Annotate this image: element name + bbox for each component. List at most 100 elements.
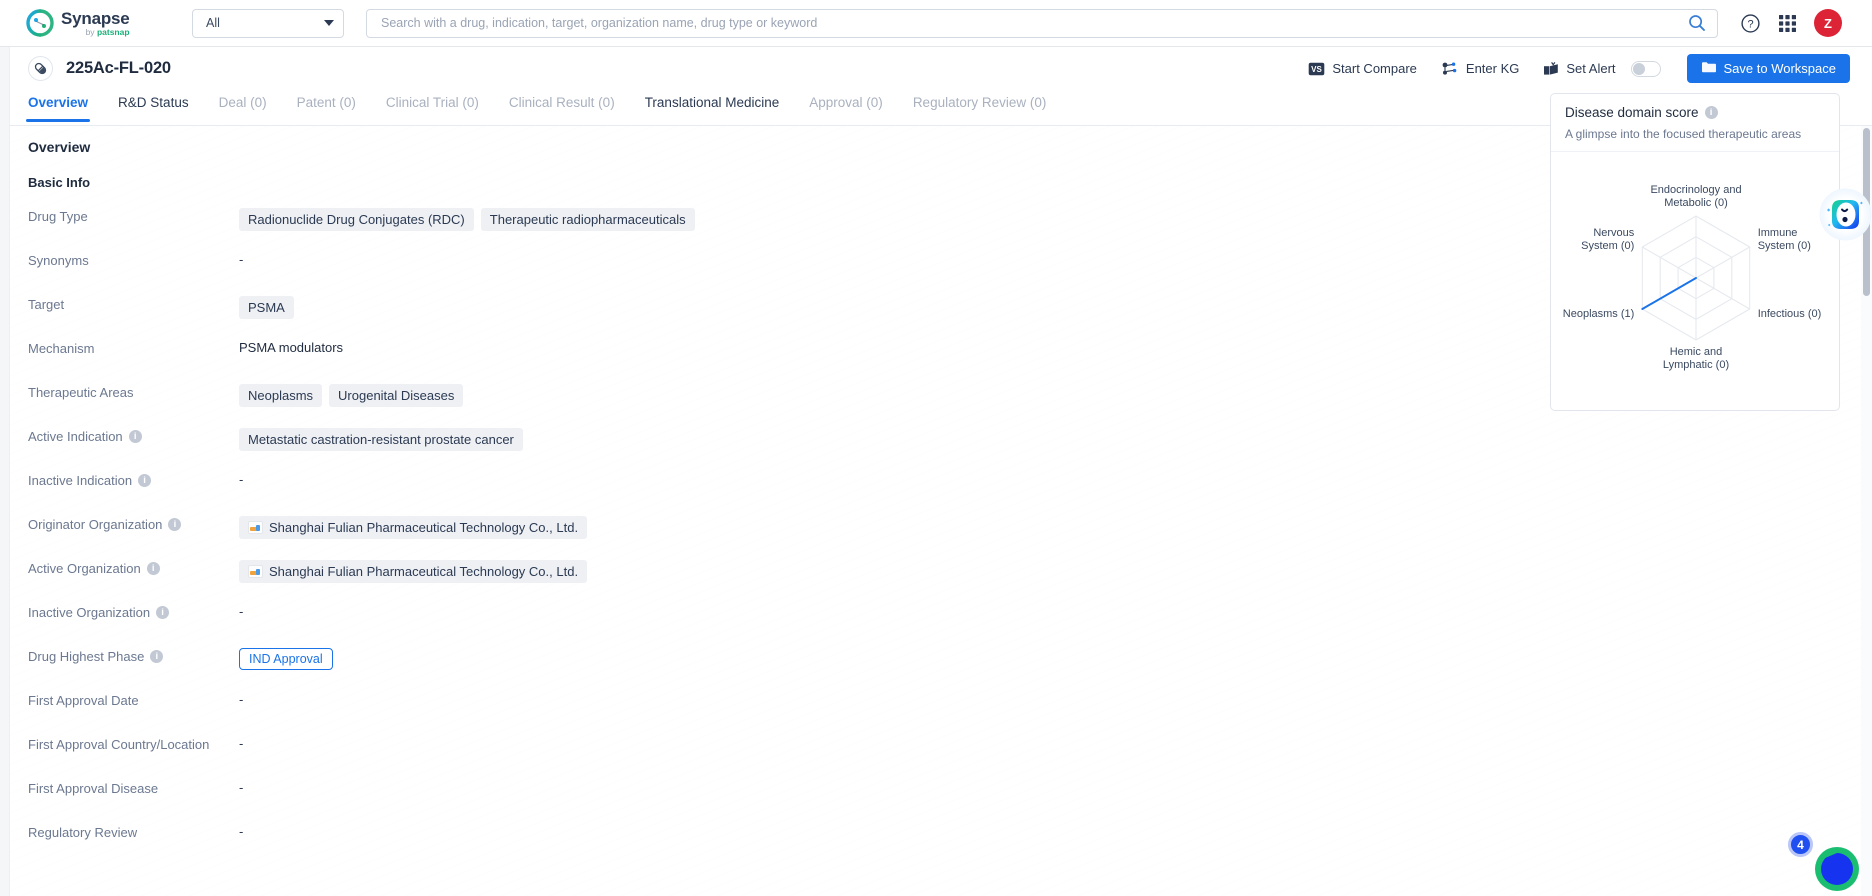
info-row-label-text: Mechanism — [28, 341, 95, 356]
vertical-scrollbar[interactable] — [1861, 126, 1872, 896]
value-tag[interactable]: Metastatic castration-resistant prostate… — [239, 428, 523, 451]
info-row-label-text: Therapeutic Areas — [28, 385, 134, 400]
enter-kg-button[interactable]: Enter KG — [1441, 61, 1519, 76]
info-row-label: Synonyms — [28, 251, 239, 268]
capsule-pill-icon — [28, 56, 53, 81]
info-row-label-text: Drug Type — [28, 209, 88, 224]
tag-label: Shanghai Fulian Pharmaceutical Technolog… — [269, 520, 579, 535]
organization-logo-icon — [248, 565, 263, 578]
start-compare-button[interactable]: VS Start Compare — [1308, 61, 1417, 76]
radar-axis-label: Endocrinology and Metabolic (0) — [1650, 184, 1741, 209]
radar-axis-label: Nervous System (0) — [1581, 227, 1635, 252]
info-row-label-text: Inactive Organization — [28, 605, 151, 620]
radar-axis-label: Hemic and Lymphatic (0) — [1663, 346, 1729, 371]
tab-clinical-trial-0: Clinical Trial (0) — [385, 95, 479, 110]
set-alert-control[interactable]: Set Alert — [1543, 60, 1661, 77]
value-tag[interactable]: Neoplasms — [239, 384, 323, 407]
info-row-label: Active Organization i — [28, 559, 239, 576]
value-tag[interactable]: PSMA — [239, 296, 294, 319]
drug-phase-pill[interactable]: IND Approval — [239, 648, 333, 670]
info-row-label-text: Active Organization — [28, 561, 141, 576]
search-scope-select[interactable]: All — [192, 8, 344, 38]
info-row-value: IND Approval — [239, 647, 1872, 670]
organization-tag[interactable]: Shanghai Fulian Pharmaceutical Technolog… — [239, 560, 588, 583]
search-icon[interactable] — [1688, 14, 1706, 32]
tag-label: Shanghai Fulian Pharmaceutical Technolog… — [269, 564, 579, 579]
info-row-value: - — [239, 471, 1872, 487]
folder-icon — [1701, 60, 1717, 77]
info-row-label-text: First Approval Country/Location — [28, 737, 210, 752]
value-tag[interactable]: Therapeutic radiopharmaceuticals — [480, 208, 695, 231]
svg-text:VS: VS — [1312, 65, 1323, 74]
info-row-value: - — [239, 779, 1872, 795]
vs-compare-icon: VS — [1308, 62, 1325, 76]
save-to-workspace-button[interactable]: Save to Workspace — [1686, 54, 1850, 83]
set-alert-toggle[interactable] — [1630, 60, 1661, 77]
tab-translational-medicine[interactable]: Translational Medicine — [645, 90, 780, 121]
disease-domain-title-text: Disease domain score — [1565, 105, 1699, 120]
user-avatar[interactable]: Z — [1814, 9, 1842, 37]
info-circle-icon[interactable]: i — [146, 562, 160, 575]
brand-logo[interactable]: Synapse by patsnap — [26, 9, 146, 37]
tab-patent-0: Patent (0) — [296, 95, 356, 110]
disease-domain-radar-chart[interactable]: Endocrinology and Metabolic (0) Immune Syst… — [1551, 152, 1839, 410]
chat-bubble-icon[interactable] — [1814, 846, 1860, 892]
info-row-label: First Approval Date — [28, 691, 239, 708]
notification-count-badge[interactable]: 4 — [1788, 832, 1813, 857]
tag-label: Radionuclide Drug Conjugates (RDC) — [248, 212, 465, 227]
brand-name: Synapse — [61, 8, 130, 28]
empty-value: - — [239, 824, 244, 839]
search-bar[interactable] — [366, 8, 1718, 38]
disease-domain-card-header: Disease domain score i A glimpse into th… — [1551, 94, 1839, 152]
info-row-value: Metastatic castration-resistant prostate… — [239, 427, 1872, 451]
info-row: Inactive Organization i - — [28, 603, 1872, 647]
left-rail-strip — [0, 47, 10, 896]
info-row-label: Drug Type — [28, 207, 239, 224]
info-row: Active Indication i Metastatic castration-… — [28, 427, 1872, 471]
synapse-logo-icon — [26, 9, 54, 37]
info-circle-icon[interactable]: i — [138, 474, 152, 487]
info-row-label: Inactive Indication i — [28, 471, 239, 488]
info-row-label-text: Drug Highest Phase — [28, 649, 145, 664]
tag-label: Metastatic castration-resistant prostate… — [248, 432, 514, 447]
empty-value: - — [239, 780, 244, 795]
info-row-label: First Approval Country/Location — [28, 735, 239, 752]
tab-r-d-status[interactable]: R&D Status — [118, 90, 189, 121]
info-row-label: Regulatory Review — [28, 823, 239, 840]
set-alert-label: Set Alert — [1566, 61, 1616, 76]
organization-tag[interactable]: Shanghai Fulian Pharmaceutical Technolog… — [239, 516, 588, 539]
topbar-right-actions: ? Z — [1740, 9, 1842, 37]
help-circle-icon[interactable]: ? — [1740, 13, 1761, 34]
radar-axis-label: Immune System (0) — [1758, 227, 1811, 252]
info-circle-icon[interactable]: i — [1704, 106, 1718, 119]
info-row-label-text: First Approval Date — [28, 693, 139, 708]
info-row-text: PSMA modulators — [239, 340, 344, 355]
info-row-value: - — [239, 735, 1872, 751]
info-row-value: Shanghai Fulian Pharmaceutical Technolog… — [239, 515, 1872, 539]
page-header-actions: VS Start Compare Enter KG Set Alert Save… — [1284, 54, 1850, 83]
tab-overview[interactable]: Overview — [25, 90, 91, 122]
empty-value: - — [239, 692, 244, 707]
search-input[interactable] — [381, 16, 1688, 30]
top-navigation-bar: Synapse by patsnap All ? — [0, 0, 1872, 47]
info-row-label: Inactive Organization i — [28, 603, 239, 620]
info-row: Active Organization i Shanghai Fulian Phar… — [28, 559, 1872, 603]
ai-assistant-mascot[interactable] — [1819, 188, 1872, 241]
info-row-label-text: Originator Organization — [28, 517, 163, 532]
info-row: Drug Highest Phase i IND Approval — [28, 647, 1872, 691]
info-circle-icon[interactable]: i — [150, 650, 164, 663]
value-tag[interactable]: Radionuclide Drug Conjugates (RDC) — [239, 208, 474, 231]
value-tag[interactable]: Urogenital Diseases — [329, 384, 464, 407]
info-circle-icon[interactable]: i — [128, 430, 142, 443]
info-row: Regulatory Review - — [28, 823, 1872, 867]
info-circle-icon[interactable]: i — [156, 606, 170, 619]
page-title: 225Ac-FL-020 — [66, 59, 171, 77]
empty-value: - — [239, 252, 244, 267]
grid-apps-icon[interactable] — [1778, 14, 1797, 33]
info-row-label: Target — [28, 295, 239, 312]
alert-bell-box-icon — [1543, 61, 1559, 76]
empty-value: - — [239, 472, 244, 487]
info-circle-icon[interactable]: i — [168, 518, 182, 531]
search-scope-value: All — [206, 16, 220, 30]
info-row-label: Active Indication i — [28, 427, 239, 444]
